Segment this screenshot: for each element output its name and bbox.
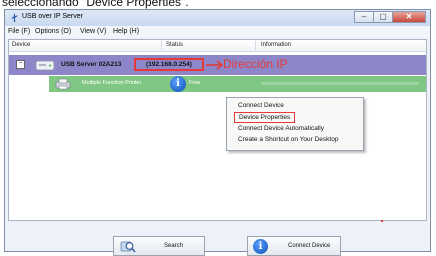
- menu-item-create-shortcut[interactable]: Create a Shortcut on Your Desktop: [238, 136, 338, 143]
- server-name: USB Server 02A213: [61, 61, 122, 68]
- window-controls: – ▢ ✕: [354, 11, 426, 23]
- menu-item-connect-device[interactable]: Connect Device: [238, 102, 284, 109]
- column-divider: [161, 41, 162, 50]
- connect-device-button-label: Connect Device: [288, 243, 331, 249]
- search-button[interactable]: Search: [113, 236, 205, 256]
- app-window: USB over IP Server – ▢ ✕ File (F) Option…: [4, 9, 431, 256]
- column-device[interactable]: Device: [12, 42, 30, 48]
- minimize-button[interactable]: –: [354, 11, 374, 23]
- menu-item-connect-automatically[interactable]: Connect Device Automatically: [238, 125, 324, 132]
- cursor-dot: [381, 220, 383, 222]
- device-list: Device Status Information − USB Server 0…: [8, 39, 427, 222]
- collapse-toggle[interactable]: −: [16, 60, 25, 69]
- menu-file[interactable]: File (F): [8, 28, 30, 35]
- info-icon: i: [253, 239, 268, 254]
- context-menu: Connect Device Device Properties Connect…: [226, 97, 364, 151]
- device-information: [261, 82, 419, 85]
- printer-icon: [55, 78, 71, 90]
- menu-item-device-properties[interactable]: Device Properties: [234, 112, 296, 123]
- title-bar: USB over IP Server – ▢ ✕: [5, 10, 430, 26]
- list-header: Device Status Information: [9, 40, 426, 52]
- menu-options[interactable]: Options (O): [35, 28, 71, 35]
- caption-text: seleccionando "Device Properties".: [2, 0, 189, 9]
- device-name: Multiple Function Printer: [82, 80, 142, 86]
- connect-device-button[interactable]: i Connect Device: [247, 236, 341, 256]
- menu-help[interactable]: Help (H): [113, 28, 139, 35]
- search-icon: [120, 241, 136, 253]
- server-row[interactable]: − USB Server 02A213 (192.168.0.254) Dire…: [9, 55, 426, 75]
- info-icon: i: [170, 76, 186, 92]
- arrow-right-icon: [206, 60, 224, 70]
- column-divider: [255, 41, 256, 50]
- menu-bar: File (F) Options (O) View (V) Help (H): [5, 26, 430, 38]
- column-status[interactable]: Status: [166, 42, 183, 48]
- usb-app-icon: [11, 13, 18, 22]
- column-information[interactable]: Information: [261, 42, 291, 48]
- search-button-label: Search: [164, 243, 184, 249]
- device-status: Free: [189, 80, 201, 86]
- window-title: USB over IP Server: [22, 13, 83, 20]
- menu-view[interactable]: View (V): [80, 28, 106, 35]
- device-row[interactable]: Multiple Function Printer i Free: [49, 76, 426, 92]
- server-icon: [35, 60, 55, 71]
- maximize-button[interactable]: ▢: [373, 11, 393, 23]
- ip-address-highlight: (192.168.0.254): [134, 58, 204, 71]
- close-button[interactable]: ✕: [392, 11, 426, 23]
- ip-annotation: Dirección IP: [223, 57, 288, 71]
